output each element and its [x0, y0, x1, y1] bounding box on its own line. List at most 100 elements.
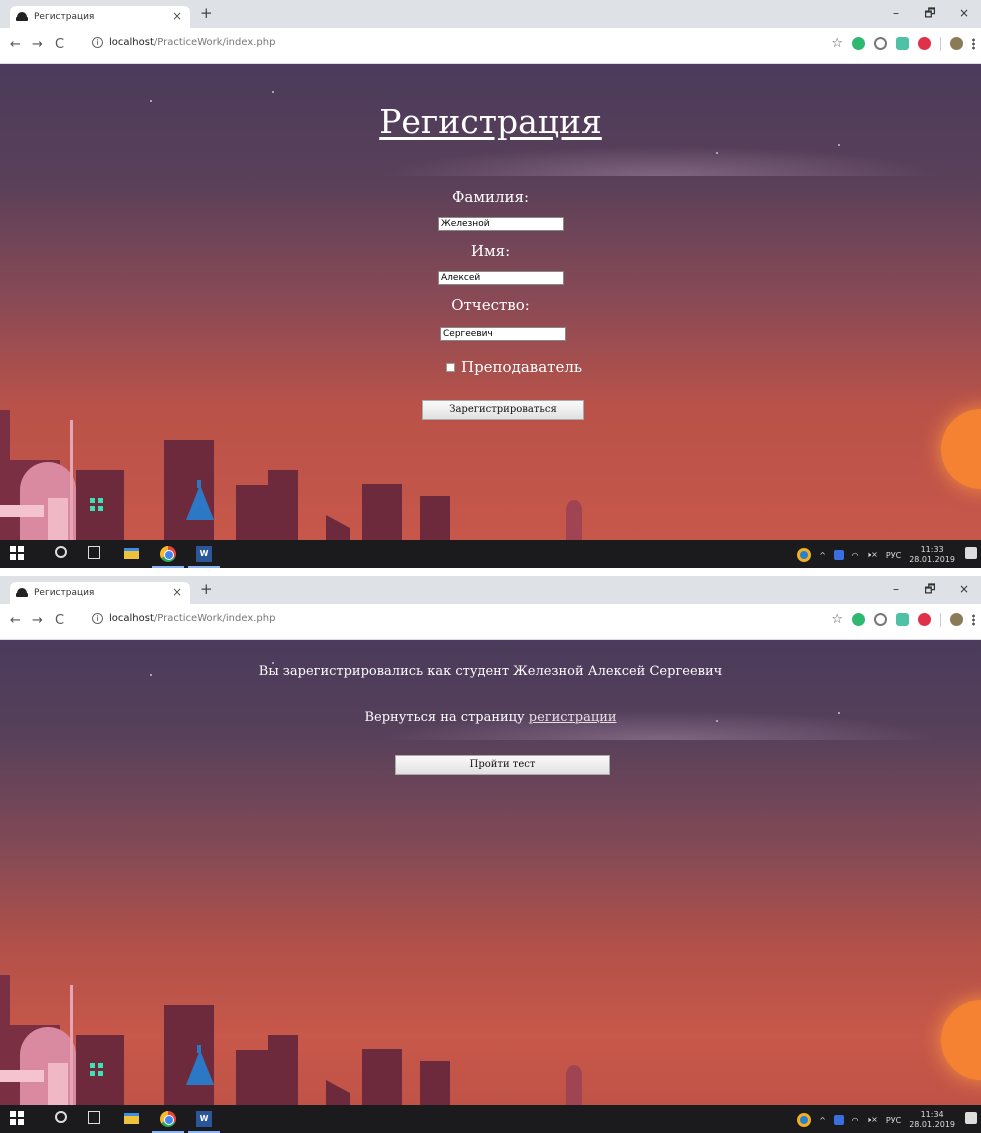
browser-toolbar: ← → C i localhost/PracticeWork/index.php… [0, 28, 981, 64]
windows-taskbar: W ^ ◜◝ 🕨× РУС 11:34 28.01.2019 [0, 1105, 981, 1133]
active-app-indicator [152, 566, 184, 568]
extension-icons: ☆ [831, 36, 975, 51]
back-button[interactable]: ← [10, 613, 21, 628]
menu-dots-icon[interactable] [972, 37, 975, 50]
star-decoration [272, 91, 274, 93]
sun-decoration [941, 1000, 981, 1080]
block-extension-icon[interactable] [874, 37, 887, 50]
word-icon[interactable]: W [196, 546, 212, 562]
url-host: localhost [109, 37, 154, 48]
browser-tab[interactable]: Регистрация × [10, 6, 190, 28]
windows-start-icon[interactable] [10, 546, 24, 560]
check-extension-icon[interactable] [852, 37, 865, 50]
chrome-icon[interactable] [160, 546, 176, 562]
take-test-button[interactable]: Пройти тест [395, 755, 610, 775]
teacher-checkbox[interactable] [446, 362, 455, 372]
forward-button[interactable]: → [32, 613, 43, 628]
info-icon[interactable]: i [92, 613, 103, 624]
file-explorer-icon[interactable] [124, 548, 139, 559]
system-tray: ^ ◜◝ 🕨× РУС 11:34 28.01.2019 [797, 1110, 955, 1130]
browser-tab[interactable]: Регистрация × [10, 582, 190, 604]
adblock-extension-icon[interactable] [918, 613, 931, 626]
chrome-icon[interactable] [160, 1111, 176, 1127]
chevron-up-icon[interactable]: ^ [819, 551, 826, 560]
notifications-icon[interactable] [965, 1112, 977, 1124]
help-icon[interactable] [797, 1113, 812, 1127]
adblock-extension-icon[interactable] [918, 37, 931, 50]
search-icon[interactable] [55, 546, 67, 558]
profile-avatar-icon[interactable] [950, 37, 963, 50]
help-icon[interactable] [797, 548, 812, 562]
restore-button[interactable]: 🗗 [913, 580, 947, 601]
volume-icon[interactable]: 🕨× [866, 1115, 878, 1125]
clock-date: 28.01.2019 [909, 555, 955, 564]
language-indicator[interactable]: РУС [886, 551, 901, 560]
tray-app-icon[interactable] [833, 1115, 844, 1125]
extension-icons: ☆ [831, 612, 975, 627]
bookmark-star-icon[interactable]: ☆ [831, 36, 843, 51]
url-path: /PracticeWork/index.php [153, 37, 276, 48]
city-skyline-illustration [0, 975, 582, 1105]
tab-close-icon[interactable]: × [172, 585, 182, 599]
reload-button[interactable]: C [55, 37, 64, 52]
clock[interactable]: 11:34 28.01.2019 [909, 1110, 955, 1130]
tab-strip: Регистрация × + – 🗗 × [0, 0, 981, 28]
notifications-icon[interactable] [965, 547, 977, 559]
incognito-favicon-icon [16, 588, 28, 598]
file-explorer-icon[interactable] [124, 1113, 139, 1124]
chevron-up-icon[interactable]: ^ [819, 1116, 826, 1125]
teacher-checkbox-row[interactable]: Преподаватель [446, 358, 582, 376]
lastname-label: Фамилия: [451, 188, 530, 206]
register-button[interactable]: Зарегистрироваться [422, 400, 584, 420]
firstname-label: Имя: [470, 242, 511, 260]
word-icon[interactable]: W [196, 1111, 212, 1127]
network-icon[interactable]: ◜◝ [852, 551, 858, 560]
language-indicator[interactable]: РУС [886, 1116, 901, 1125]
teacher-checkbox-label: Преподаватель [461, 358, 583, 376]
lastname-input[interactable]: Железной [438, 217, 564, 231]
screenshot-registration-result: Регистрация × + – 🗗 × ← → C i localhost/Pr… [0, 576, 981, 1133]
firstname-input[interactable]: Алексей [438, 271, 564, 285]
system-tray: ^ ◜◝ 🕨× РУС 11:33 28.01.2019 [797, 545, 955, 565]
volume-icon[interactable]: 🕨× [866, 550, 878, 560]
task-view-icon[interactable] [88, 546, 100, 559]
tab-title: Регистрация [34, 588, 95, 598]
registration-message: Вы зарегистрировались как студент Железн… [258, 664, 723, 679]
search-icon[interactable] [55, 1111, 67, 1123]
screenshot-registration-form: Регистрация × + – 🗗 × ← → C i localhost/Pr… [0, 0, 981, 568]
registration-link[interactable]: регистрации [529, 710, 617, 725]
menu-dots-icon[interactable] [972, 613, 975, 626]
info-icon[interactable]: i [92, 37, 103, 48]
close-window-button[interactable]: × [947, 6, 981, 20]
task-view-icon[interactable] [88, 1111, 100, 1124]
restore-button[interactable]: 🗗 [913, 4, 947, 25]
windows-start-icon[interactable] [10, 1111, 24, 1125]
city-skyline-illustration [0, 410, 582, 540]
address-bar[interactable]: i localhost/PracticeWork/index.php [92, 37, 275, 48]
check-extension-icon[interactable] [852, 613, 865, 626]
profile-avatar-icon[interactable] [950, 613, 963, 626]
sun-decoration [941, 409, 981, 489]
teal-extension-icon[interactable] [896, 37, 909, 50]
tray-app-icon[interactable] [833, 550, 844, 560]
clock[interactable]: 11:33 28.01.2019 [909, 545, 955, 565]
reload-button[interactable]: C [55, 613, 64, 628]
browser-toolbar: ← → C i localhost/PracticeWork/index.php… [0, 604, 981, 640]
close-window-button[interactable]: × [947, 582, 981, 596]
address-bar[interactable]: i localhost/PracticeWork/index.php [92, 613, 275, 624]
patronymic-input[interactable]: Сергеевич [440, 327, 566, 341]
block-extension-icon[interactable] [874, 613, 887, 626]
minimize-button[interactable]: – [879, 582, 913, 596]
new-tab-button[interactable]: + [200, 580, 213, 598]
forward-button[interactable]: → [32, 37, 43, 52]
network-icon[interactable]: ◜◝ [852, 1116, 858, 1125]
tab-strip: Регистрация × + – 🗗 × [0, 576, 981, 604]
bookmark-star-icon[interactable]: ☆ [831, 612, 843, 627]
tab-close-icon[interactable]: × [172, 9, 182, 23]
page-background: Вы зарегистрировались как студент Железн… [0, 640, 981, 1105]
minimize-button[interactable]: – [879, 6, 913, 20]
new-tab-button[interactable]: + [200, 4, 213, 22]
return-message: Вернуться на страницу регистрации [0, 710, 981, 725]
teal-extension-icon[interactable] [896, 613, 909, 626]
back-button[interactable]: ← [10, 37, 21, 52]
